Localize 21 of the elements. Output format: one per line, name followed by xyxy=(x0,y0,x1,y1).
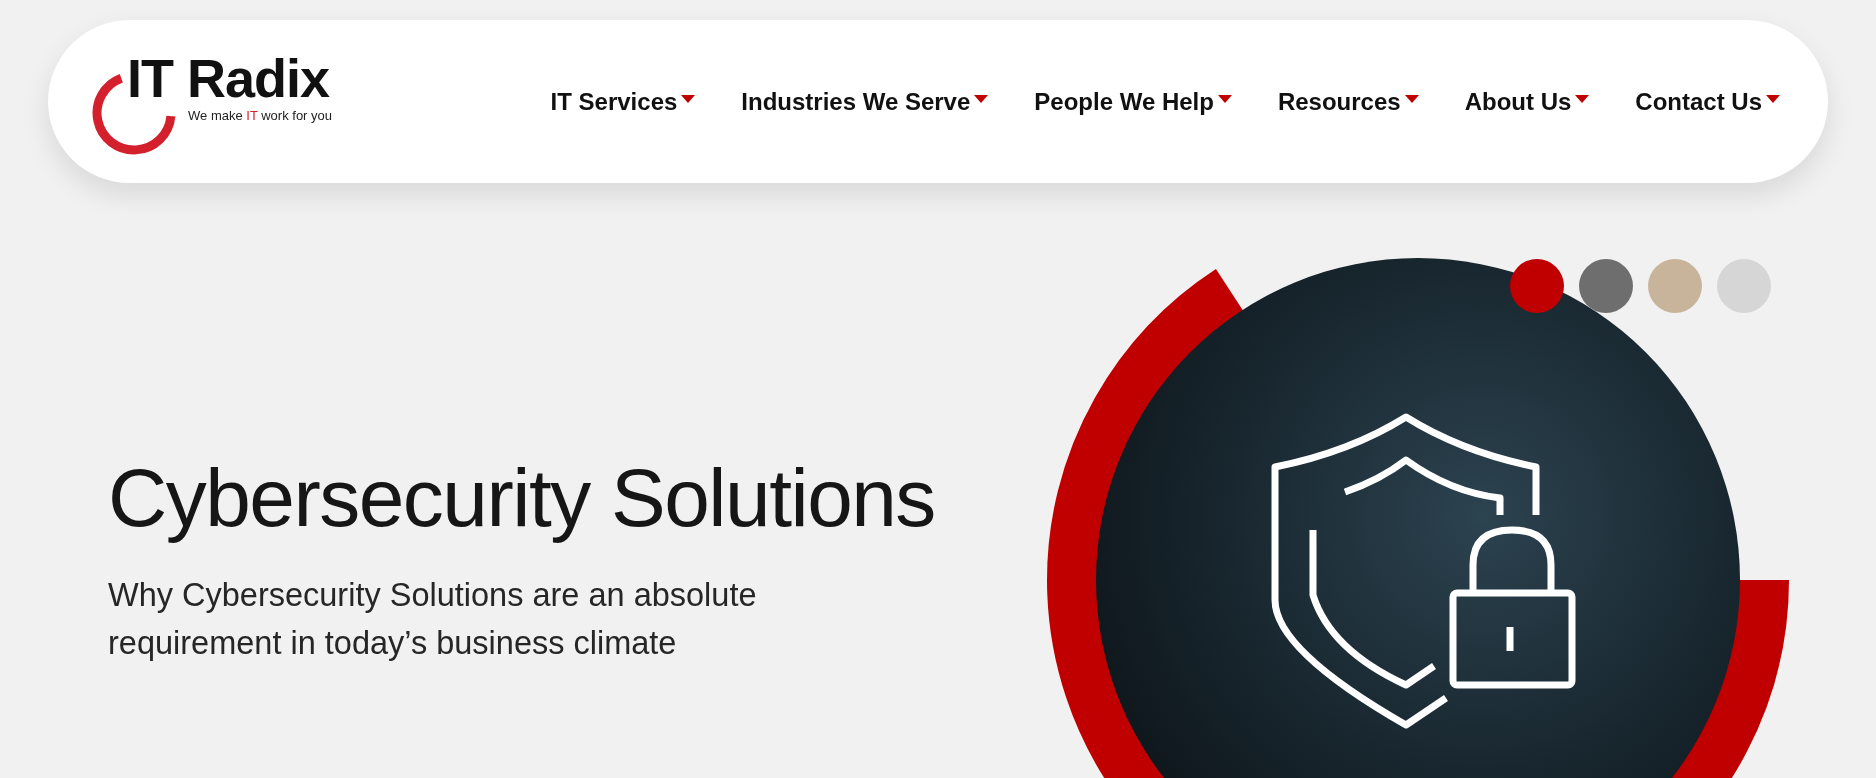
nav-link[interactable]: People We Help xyxy=(1034,87,1232,116)
slide-dot[interactable] xyxy=(1579,259,1633,313)
caret-icon xyxy=(681,94,696,103)
logo-tagline: We make IT work for you xyxy=(188,107,333,123)
nav-link[interactable]: IT Services xyxy=(550,87,696,116)
nav-link[interactable]: Resources xyxy=(1277,87,1419,116)
caret-icon xyxy=(1766,94,1780,103)
caret-icon xyxy=(1217,94,1232,103)
slide-dot[interactable] xyxy=(1510,259,1564,313)
caret-icon xyxy=(1575,94,1590,103)
nav-link[interactable]: Industries We Serve xyxy=(741,87,989,116)
caret-icon xyxy=(974,94,989,103)
logo-wordmark[interactable]: IT Radix xyxy=(127,47,330,108)
shield-lock-icon xyxy=(1271,413,1576,729)
hero-subtitle: Why Cybersecurity Solutions are an absolute requirement in today’s business climate xyxy=(108,576,758,664)
slide-dot[interactable] xyxy=(1717,259,1771,313)
nav-link[interactable]: About Us xyxy=(1464,87,1590,116)
hero-title: Cybersecurity Solutions xyxy=(108,453,935,544)
caret-icon xyxy=(1404,94,1419,103)
nav-link[interactable]: Contact Us xyxy=(1635,87,1780,116)
slide-dot[interactable] xyxy=(1648,259,1702,313)
